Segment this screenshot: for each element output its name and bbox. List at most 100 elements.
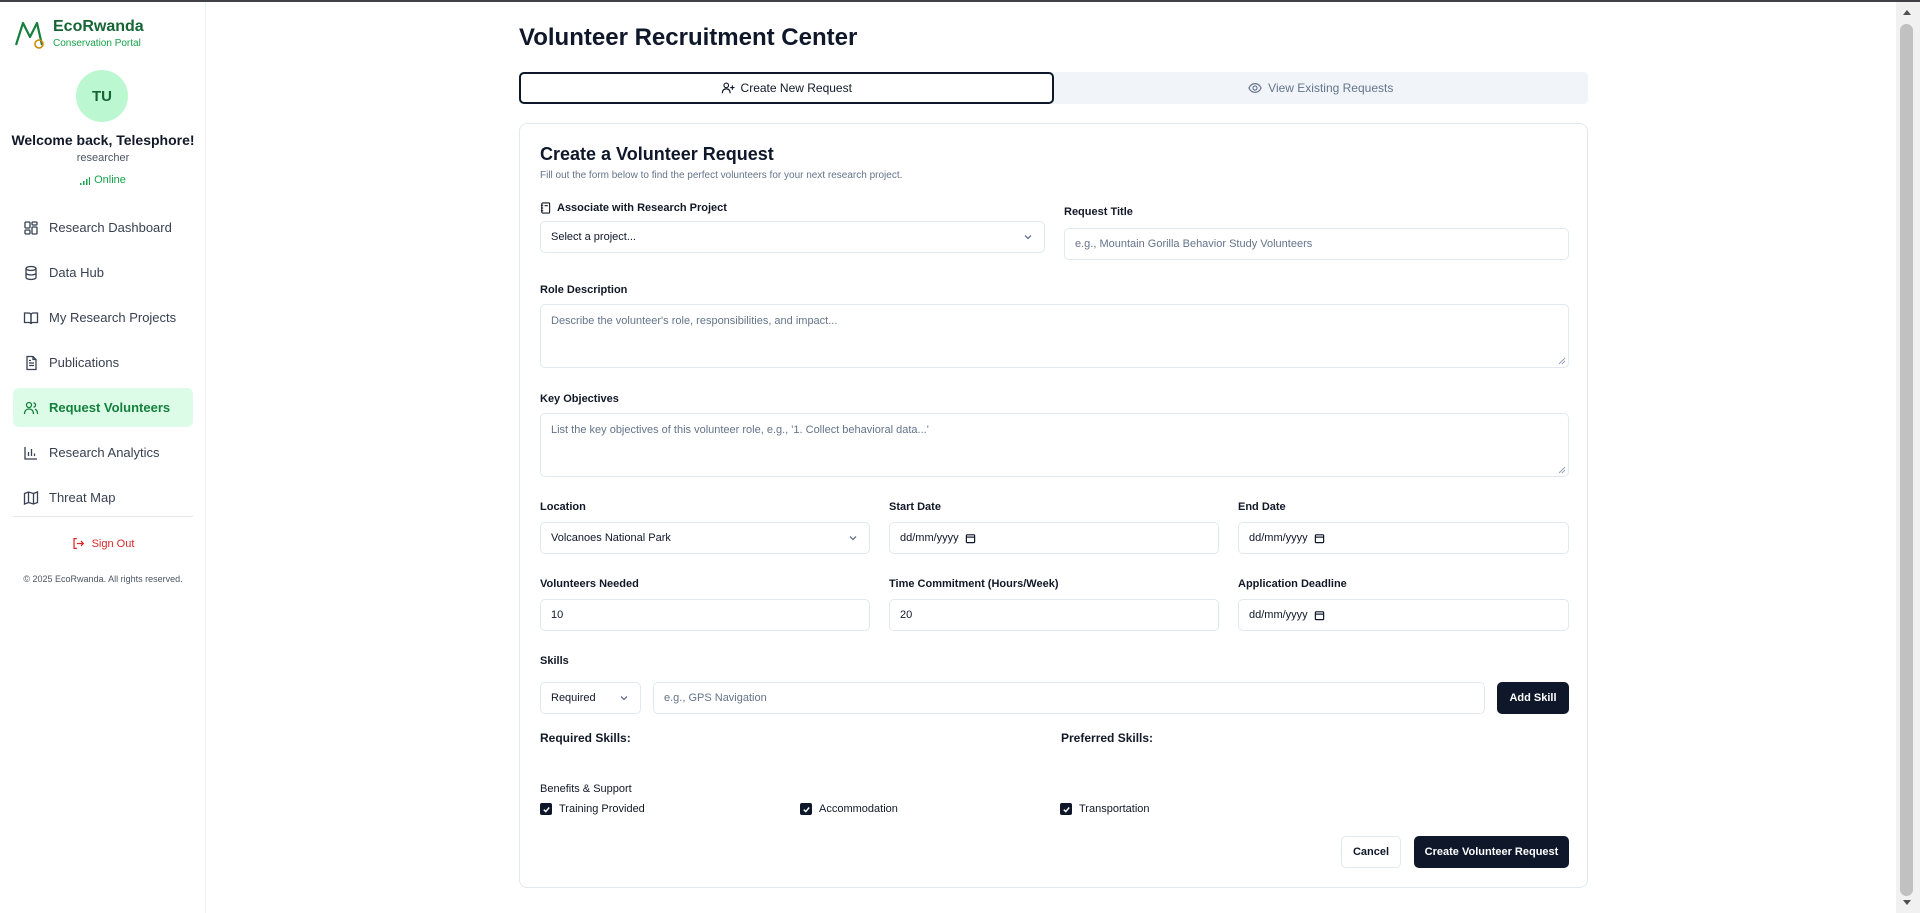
key-objectives-placeholder: List the key objectives of this voluntee… [551,424,929,436]
sidebar-item-my-research-projects[interactable]: My Research Projects [13,298,193,337]
benefit-label: Training Provided [559,803,645,815]
users-icon [23,401,39,414]
transportation-checkbox[interactable] [1060,803,1072,815]
user-plus-icon [721,82,735,94]
scrollbar-thumb[interactable] [1900,24,1913,896]
end-date-input[interactable]: dd/mm/yyyy [1238,522,1569,554]
application-deadline-input[interactable]: dd/mm/yyyy [1238,599,1569,631]
accommodation-checkbox[interactable] [800,803,812,815]
document-icon [26,355,37,370]
online-status-label: Online [94,174,126,186]
calendar-icon[interactable] [1314,533,1325,544]
sidebar-item-data-hub[interactable]: Data Hub [13,253,193,292]
sidebar-item-label: Research Analytics [49,445,160,460]
sidebar: EcoRwanda Conservation Portal TU Welcome… [0,2,206,913]
sign-out-button[interactable]: Sign Out [0,537,206,550]
key-objectives-label: Key Objectives [540,393,619,405]
start-date-label: Start Date [889,501,941,513]
signal-icon [80,176,91,185]
form-title: Create a Volunteer Request [540,144,774,164]
preferred-skills-heading: Preferred Skills: [1061,731,1154,745]
map-icon [23,490,39,505]
project-select[interactable]: Select a project... [540,221,1045,253]
tab-list: Create New Request View Existing Request… [519,72,1588,104]
create-volunteer-request-button[interactable]: Create Volunteer Request [1414,836,1569,868]
time-commitment-label: Time Commitment (Hours/Week) [889,578,1059,590]
chevron-down-icon [1024,235,1032,240]
tab-label: Create New Request [740,81,852,95]
benefit-label: Transportation [1079,803,1150,815]
eye-icon [1248,83,1262,93]
bar-chart-icon [24,446,37,460]
time-commitment-input[interactable]: 20 [889,599,1219,631]
location-select[interactable]: Volcanoes National Park [540,522,870,554]
sidebar-item-label: Publications [49,355,120,370]
tab-create-new-request[interactable]: Create New Request [519,72,1054,104]
sidebar-item-publications[interactable]: Publications [13,343,193,382]
cancel-button[interactable]: Cancel [1341,836,1401,868]
tab-label: View Existing Requests [1268,81,1394,95]
brand-subtitle: Conservation Portal [53,38,141,49]
calendar-icon[interactable] [1314,610,1325,621]
sidebar-item-research-analytics[interactable]: Research Analytics [13,433,193,472]
online-status: Online [0,174,206,186]
resize-grip-icon[interactable] [1558,466,1566,474]
skills-label: Skills [540,655,569,667]
welcome-message: Welcome back, Telesphore! [11,132,195,148]
form-subtitle: Fill out the form below to find the perf… [540,170,903,181]
sidebar-item-request-volunteers[interactable]: Request Volunteers [13,388,193,427]
dashboard-grid-icon [24,220,38,235]
benefit-label: Accommodation [819,803,898,815]
skill-type-select[interactable]: Required [540,682,641,714]
notebook-icon [540,202,551,214]
sidebar-item-label: Research Dashboard [49,220,172,235]
request-title-input[interactable]: e.g., Mountain Gorilla Behavior Study Vo… [1064,228,1569,260]
volunteers-needed-label: Volunteers Needed [540,578,639,590]
end-date-value: dd/mm/yyyy [1249,532,1308,544]
application-deadline-value: dd/mm/yyyy [1249,609,1308,621]
sidebar-nav: Research Dashboard Data Hub My Research … [13,208,193,523]
benefit-training-provided: Training Provided [540,803,645,815]
benefit-transportation: Transportation [1060,803,1150,815]
start-date-input[interactable]: dd/mm/yyyy [889,522,1219,554]
database-icon [25,265,37,280]
role-description-placeholder: Describe the volunteer's role, responsib… [551,315,838,327]
sidebar-item-research-dashboard[interactable]: Research Dashboard [13,208,193,247]
skill-input[interactable]: e.g., GPS Navigation [653,682,1485,714]
window-top-border [0,0,1920,2]
copyright: © 2025 EcoRwanda. All rights reserved. [23,574,183,584]
sidebar-divider [13,516,193,517]
user-role: researcher [76,152,130,164]
brand[interactable]: EcoRwanda Conservation Portal [14,17,144,51]
location-label: Location [540,501,586,513]
sidebar-item-label: My Research Projects [49,310,177,325]
key-objectives-textarea[interactable]: List the key objectives of this voluntee… [540,413,1569,477]
log-out-icon [73,538,84,549]
training-provided-checkbox[interactable] [540,803,552,815]
brand-logo-icon [14,17,46,51]
check-icon [1062,806,1070,813]
scroll-up-arrow-icon[interactable] [1903,10,1911,15]
skill-type-value: Required [551,692,596,704]
resize-grip-icon[interactable] [1558,357,1566,365]
project-select-value: Select a project... [551,231,636,243]
volunteer-request-form: Create a Volunteer Request Fill out the … [519,123,1588,888]
brand-name: EcoRwanda [53,18,144,35]
chevron-down-icon [849,536,857,541]
request-title-label: Request Title [1064,206,1133,218]
sidebar-item-label: Data Hub [49,265,104,280]
add-skill-button[interactable]: Add Skill [1497,682,1569,714]
role-description-textarea[interactable]: Describe the volunteer's role, responsib… [540,304,1569,368]
application-deadline-label: Application Deadline [1238,578,1347,590]
volunteers-needed-input[interactable]: 10 [540,599,870,631]
check-icon [542,806,550,813]
page-title: Volunteer Recruitment Center [519,24,858,51]
sidebar-item-label: Request Volunteers [49,400,171,415]
avatar: TU [76,70,128,122]
tab-view-existing-requests[interactable]: View Existing Requests [1054,72,1589,104]
calendar-icon[interactable] [965,533,976,544]
check-icon [802,806,810,813]
start-date-value: dd/mm/yyyy [900,532,959,544]
scroll-down-arrow-icon[interactable] [1903,900,1911,905]
sidebar-item-threat-map[interactable]: Threat Map [13,478,193,517]
